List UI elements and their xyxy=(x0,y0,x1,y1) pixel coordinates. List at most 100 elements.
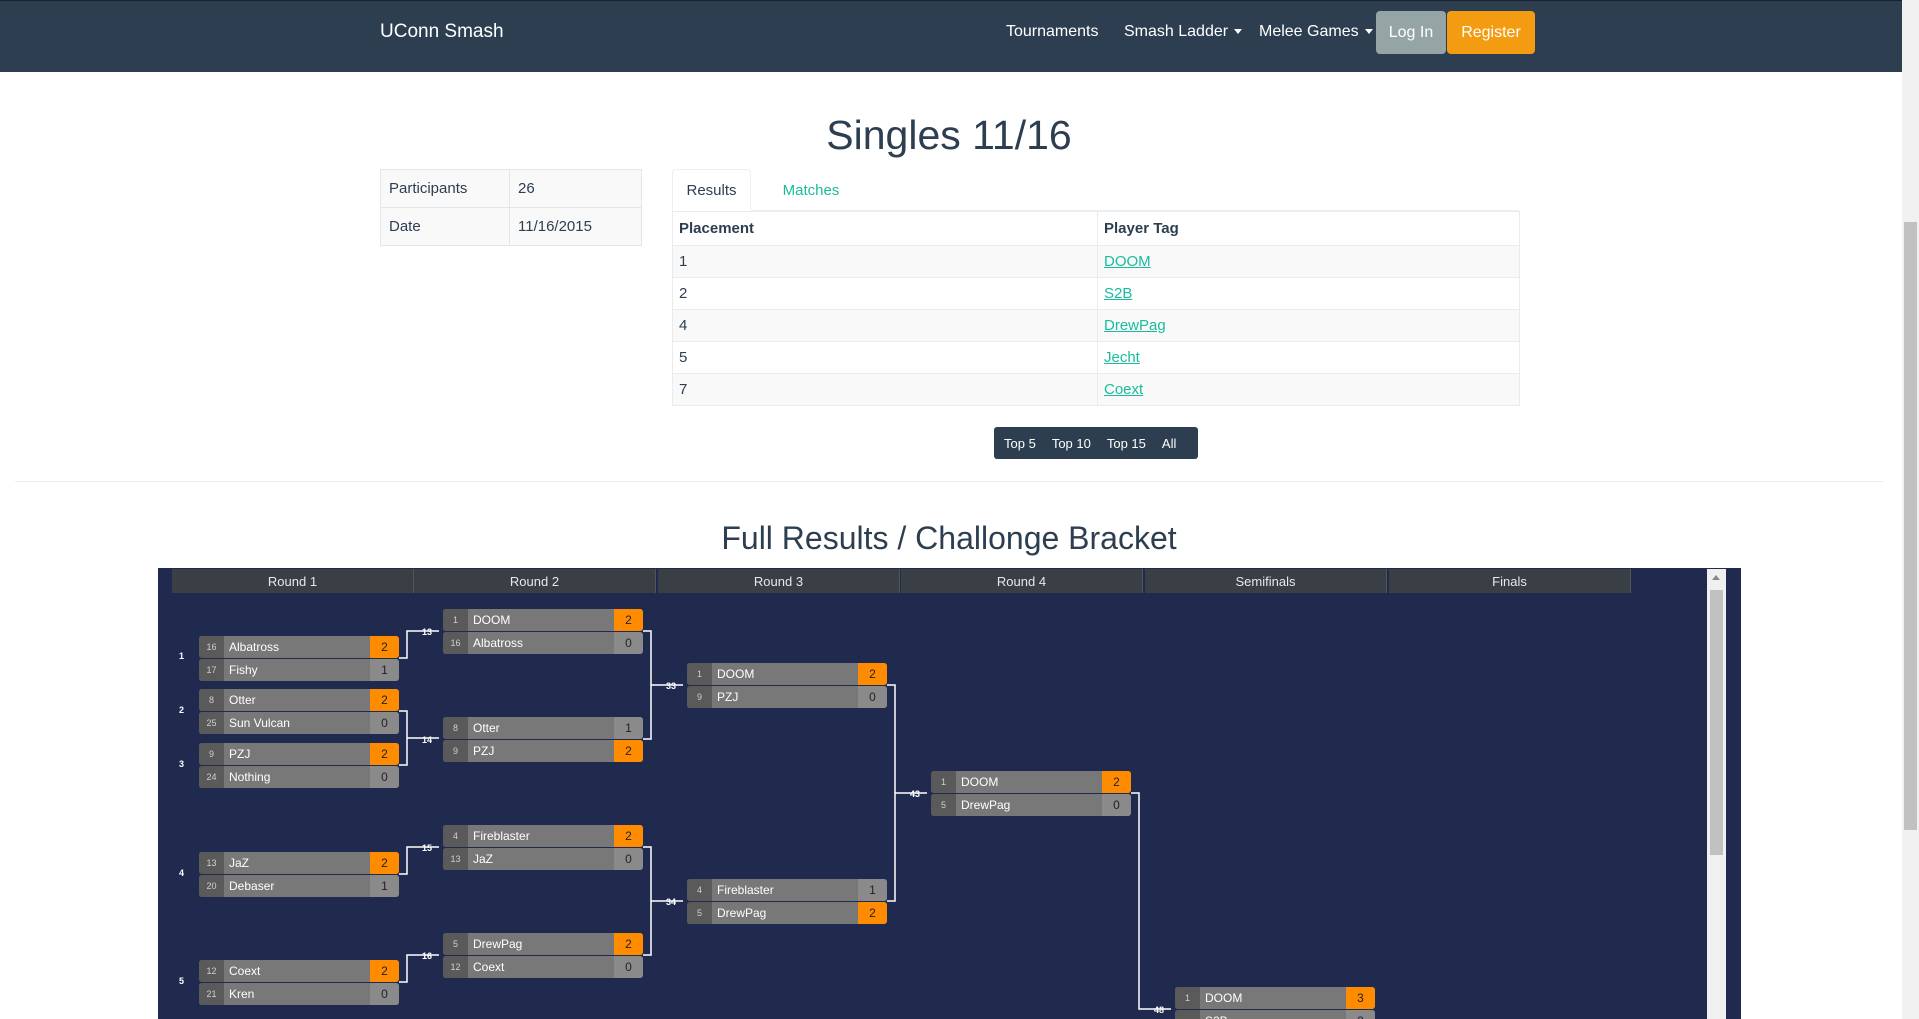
player-seed: 8 xyxy=(443,717,468,739)
nav-smash-ladder[interactable]: Smash Ladder xyxy=(1124,23,1243,41)
bracket-scrollbar[interactable] xyxy=(1707,569,1726,1019)
bracket-match[interactable]: 8 Otter 2 25 Sun Vulcan 0 xyxy=(199,689,399,734)
player-score: 2 xyxy=(858,902,887,924)
bracket-match[interactable]: 1 DOOM 2 5 DrewPag 0 xyxy=(931,771,1131,816)
player-score: 0 xyxy=(614,956,643,978)
player-score: 1 xyxy=(858,879,887,901)
bracket-player-slot[interactable]: 17 Fishy 1 xyxy=(199,659,399,681)
filter-top-5[interactable]: Top 5 xyxy=(994,436,1044,451)
login-button[interactable]: Log In xyxy=(1376,11,1446,54)
match-number: 33 xyxy=(666,681,677,691)
player-link[interactable]: DrewPag xyxy=(1104,317,1166,334)
bracket-connector xyxy=(643,630,652,740)
bracket-player-slot[interactable]: 9 PZJ 0 xyxy=(687,686,887,708)
player-name: DrewPag xyxy=(473,937,523,951)
bracket-scrollbar-thumb[interactable] xyxy=(1710,590,1723,855)
bracket-match[interactable]: 1 DOOM 2 9 PZJ 0 xyxy=(687,663,887,708)
bracket-player-slot[interactable]: 5 DrewPag 2 xyxy=(687,902,887,924)
bracket-player-slot[interactable]: 1 DOOM 2 xyxy=(931,771,1131,793)
player-score: 0 xyxy=(370,712,399,734)
bracket-player-slot[interactable]: 21 Kren 0 xyxy=(199,983,399,1005)
filter-all[interactable]: All xyxy=(1154,436,1184,451)
player-seed: 17 xyxy=(199,659,224,681)
match-number: 13 xyxy=(422,627,433,637)
player-name: PZJ xyxy=(717,690,739,704)
match-number: 34 xyxy=(666,897,677,907)
player-link[interactable]: DOOM xyxy=(1104,253,1151,270)
bracket-player-slot[interactable]: 13 JaZ 2 xyxy=(199,852,399,874)
bracket-player-slot[interactable]: 8 Otter 1 xyxy=(443,717,643,739)
bracket-match[interactable]: 13 JaZ 2 20 Debaser 1 xyxy=(199,852,399,897)
tab-matches[interactable]: Matches xyxy=(761,169,861,211)
info-value: 11/16/2015 xyxy=(509,207,642,246)
challonge-bracket[interactable]: Round 1 Round 2 Round 3 Round 4 Semifinals Fi… xyxy=(158,568,1741,1019)
bracket-match[interactable]: 12 Coext 2 21 Kren 0 xyxy=(199,960,399,1005)
bracket-match[interactable]: 9 PZJ 2 24 Nothing 0 xyxy=(199,743,399,788)
bracket-player-slot[interactable]: 13 JaZ 0 xyxy=(443,848,643,870)
bracket-match[interactable]: 1 DOOM 2 16 Albatross 0 xyxy=(443,609,643,654)
bracket-match[interactable]: 8 Otter 1 9 PZJ 2 xyxy=(443,717,643,762)
placement-cell: 1 xyxy=(672,245,1098,278)
page-scrollbar[interactable] xyxy=(1902,0,1919,1019)
round-header: Finals xyxy=(1389,569,1631,593)
bracket-player-slot[interactable]: 16 Albatross 0 xyxy=(443,632,643,654)
bracket-player-slot[interactable]: 9 PZJ 2 xyxy=(443,740,643,762)
results-table: Placement Player Tag 1 DOOM 2 S2B 4 DrewPag… xyxy=(672,211,1520,406)
bracket-player-slot[interactable]: 24 Nothing 0 xyxy=(199,766,399,788)
scroll-up-icon[interactable] xyxy=(1712,575,1720,580)
table-row: 7 Coext xyxy=(672,373,1520,406)
player-link[interactable]: Jecht xyxy=(1104,349,1140,366)
brand-link[interactable]: UConn Smash xyxy=(380,21,504,43)
player-name: PZJ xyxy=(473,744,495,758)
bracket-match[interactable]: 4 Fireblaster 1 5 DrewPag 2 xyxy=(687,879,887,924)
nav-tournaments[interactable]: Tournaments xyxy=(1006,23,1099,41)
nav-melee-games[interactable]: Melee Games xyxy=(1259,23,1373,41)
bracket-player-slot[interactable]: 12 Coext 0 xyxy=(443,956,643,978)
bracket-player-slot[interactable]: 5 DrewPag 2 xyxy=(443,933,643,955)
page-scrollbar-thumb[interactable] xyxy=(1904,222,1917,830)
bracket-player-slot[interactable]: 4 Fireblaster 2 xyxy=(443,825,643,847)
player-score: 0 xyxy=(614,848,643,870)
player-name: Fireblaster xyxy=(717,883,774,897)
column-header-placement: Placement xyxy=(672,211,1098,246)
round-header: Round 3 xyxy=(658,569,900,593)
bracket-player-slot[interactable]: 1 DOOM 2 xyxy=(687,663,887,685)
player-name: DrewPag xyxy=(961,798,1011,812)
bracket-player-slot[interactable]: 8 Otter 2 xyxy=(199,689,399,711)
player-name: DrewPag xyxy=(717,906,767,920)
player-seed: 5 xyxy=(443,933,468,955)
bracket-match[interactable]: 1 DOOM 3 S2B 2 xyxy=(1175,987,1375,1019)
player-name: Kren xyxy=(229,987,255,1001)
bracket-player-slot[interactable]: 5 DrewPag 0 xyxy=(931,794,1131,816)
match-number: 16 xyxy=(422,951,433,961)
bracket-player-slot[interactable]: 1 DOOM 2 xyxy=(443,609,643,631)
player-score: 2 xyxy=(370,852,399,874)
player-name: Otter xyxy=(473,721,500,735)
bracket-player-slot[interactable]: 1 DOOM 3 xyxy=(1175,987,1375,1009)
tab-results[interactable]: Results xyxy=(672,169,751,211)
bracket-match[interactable]: 16 Albatross 2 17 Fishy 1 xyxy=(199,636,399,681)
bracket-connector xyxy=(399,846,439,875)
bracket-player-slot[interactable]: 25 Sun Vulcan 0 xyxy=(199,712,399,734)
filter-top-15[interactable]: Top 15 xyxy=(1099,436,1154,451)
player-score: 1 xyxy=(614,717,643,739)
player-seed: 1 xyxy=(687,663,712,685)
player-link[interactable]: S2B xyxy=(1104,285,1132,302)
bracket-player-slot[interactable]: 4 Fireblaster 1 xyxy=(687,879,887,901)
match-number: 14 xyxy=(422,735,433,745)
bracket-player-slot[interactable]: 9 PZJ 2 xyxy=(199,743,399,765)
bracket-player-slot[interactable]: 20 Debaser 1 xyxy=(199,875,399,897)
player-link[interactable]: Coext xyxy=(1104,381,1143,398)
player-score: 2 xyxy=(614,933,643,955)
filter-top-10[interactable]: Top 10 xyxy=(1044,436,1099,451)
bracket-player-slot[interactable]: S2B 2 xyxy=(1175,1010,1375,1019)
chevron-down-icon xyxy=(1364,29,1373,35)
bracket-match[interactable]: 5 DrewPag 2 12 Coext 0 xyxy=(443,933,643,978)
round-header: Semifinals xyxy=(1145,569,1387,593)
bracket-match[interactable]: 4 Fireblaster 2 13 JaZ 0 xyxy=(443,825,643,870)
bracket-player-slot[interactable]: 12 Coext 2 xyxy=(199,960,399,982)
player-name: DOOM xyxy=(473,613,511,627)
player-score: 0 xyxy=(370,766,399,788)
register-button[interactable]: Register xyxy=(1447,11,1535,54)
bracket-player-slot[interactable]: 16 Albatross 2 xyxy=(199,636,399,658)
